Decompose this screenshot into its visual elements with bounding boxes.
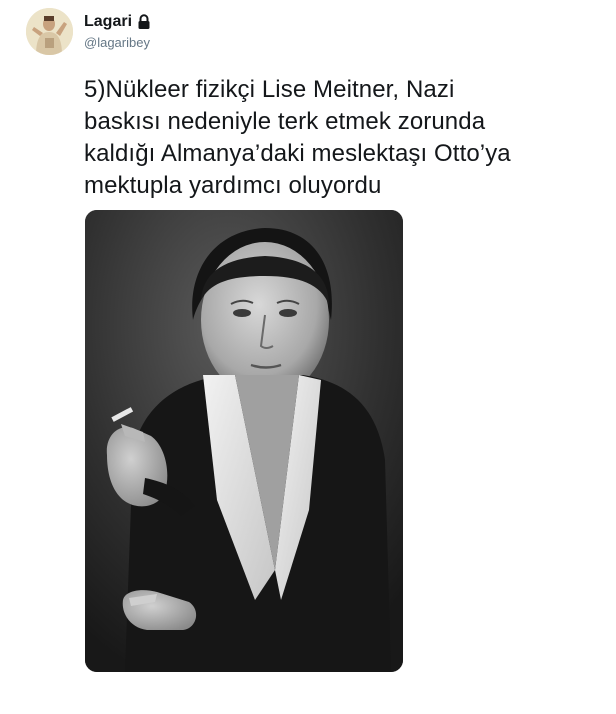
tweet-text: 5)Nükleer fizikçi Lise Meitner, Nazi bas… [84, 76, 511, 199]
tweet-header: Lagari @lagaribey [26, 8, 151, 60]
photo-image [85, 210, 403, 672]
avatar-image [26, 8, 73, 55]
avatar[interactable] [26, 8, 73, 55]
lock-icon [137, 14, 151, 30]
tweet-photo[interactable] [85, 210, 403, 672]
tweet-card: Lagari @lagaribey 5)Nükleer fizikçi Lise… [0, 0, 616, 714]
author-names: Lagari @lagaribey [84, 11, 151, 50]
name-row: Lagari [84, 11, 151, 33]
author-handle[interactable]: @lagaribey [84, 35, 151, 50]
display-name[interactable]: Lagari [84, 13, 132, 31]
